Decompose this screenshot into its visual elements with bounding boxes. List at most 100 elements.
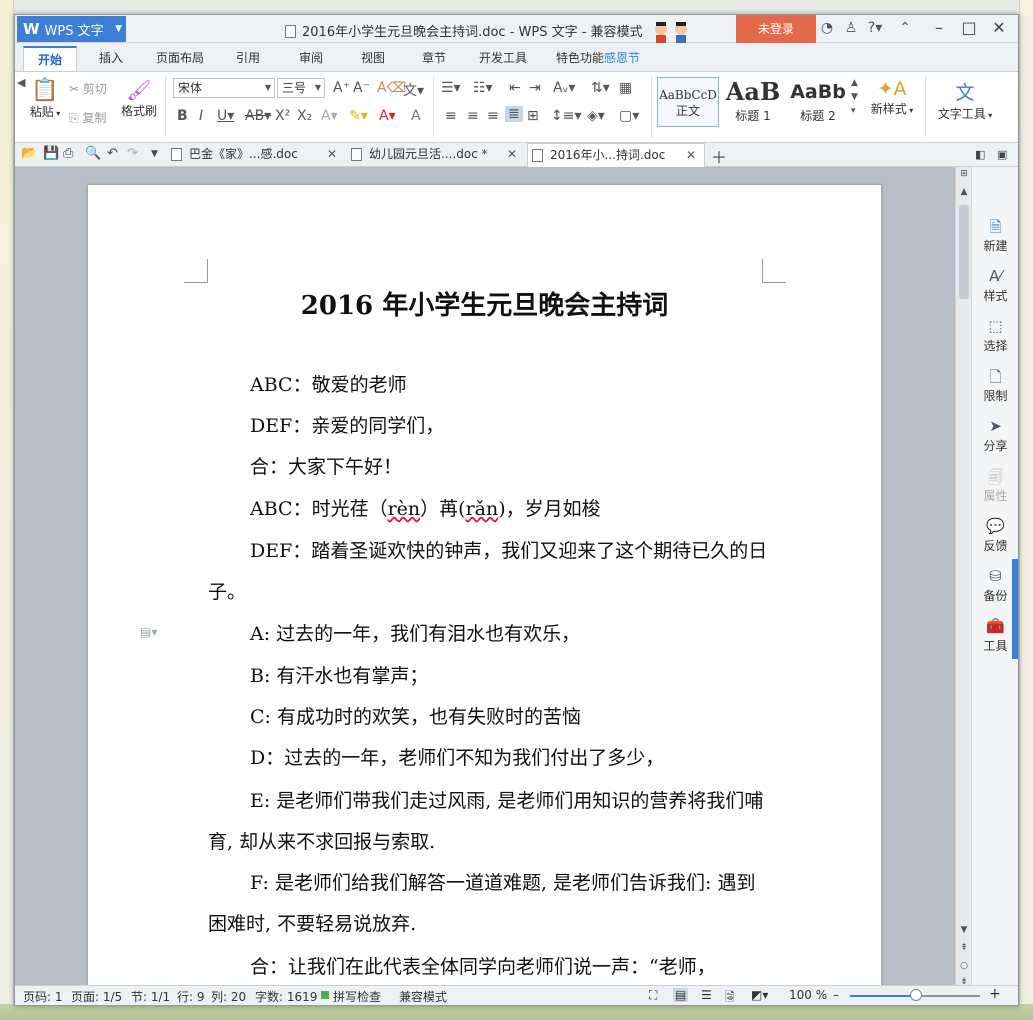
zoom-value[interactable]: 100 %	[789, 988, 827, 1002]
tab-insert[interactable]: 插入	[99, 49, 123, 66]
print-icon[interactable]: ⎙	[63, 146, 73, 161]
zoom-out-icon[interactable]: –	[833, 988, 839, 1002]
text-effect-icon[interactable]: A▾	[321, 108, 338, 124]
side-restrict-button[interactable]: 🗋 限制	[972, 367, 1019, 404]
tab-thanksgiving[interactable]: 感恩节	[604, 49, 640, 66]
document-canvas[interactable]: 2016 年小学生元旦晚会主持词 ABC：敬爱的老师 DEF：亲爱的同学们， 合…	[15, 167, 955, 985]
distributed-icon[interactable]: ⊞	[527, 108, 539, 124]
clear-format-icon[interactable]: A⌫	[377, 80, 406, 96]
tab-view[interactable]: 视图	[361, 49, 385, 66]
char-spacing-icon[interactable]: Aᵥ▾	[553, 80, 575, 96]
page-view-icon[interactable]: ▤	[673, 988, 689, 1002]
grow-font-icon[interactable]: A⁺	[333, 80, 350, 96]
underline-icon[interactable]: U▾	[217, 108, 234, 124]
side-new-button[interactable]: 🗎 新建	[972, 217, 1019, 254]
close-button[interactable]: ✕	[985, 18, 1013, 37]
tab-special-features[interactable]: 特色功能	[556, 49, 604, 66]
new-tab-icon[interactable]: ＋	[711, 144, 727, 168]
select-browse-object-icon[interactable]: ○	[956, 961, 972, 971]
highlight-icon[interactable]: ✎▾	[349, 108, 368, 124]
quick-access-menu-icon[interactable]: ▼	[151, 149, 158, 159]
redo-icon[interactable]: ↷	[127, 146, 138, 161]
align-center-icon[interactable]: ≡	[467, 108, 479, 124]
app-menu-button[interactable]: W WPS 文字 ▼	[17, 16, 126, 42]
close-tab-icon[interactable]: ✕	[327, 143, 337, 166]
previous-page-icon[interactable]: ⇞	[956, 943, 972, 953]
strikethrough-icon[interactable]: AB▾	[245, 108, 271, 124]
copy-button[interactable]: ⎘ 复制	[69, 109, 106, 126]
style-normal[interactable]: AaBbCcD 正文	[657, 77, 719, 127]
tab-developer[interactable]: 开发工具	[479, 49, 527, 66]
shrink-font-icon[interactable]: A⁻	[353, 80, 370, 96]
char-shading-icon[interactable]: A	[411, 108, 421, 124]
doc-tab-2[interactable]: 幼儿园元旦活....doc * ✕	[347, 143, 525, 167]
side-feedback-button[interactable]: 💬 反馈	[972, 517, 1019, 554]
doc-tab-3[interactable]: 2016年小...持词.doc ✕	[527, 143, 705, 167]
print-preview-icon[interactable]: 🔍	[85, 146, 101, 161]
zoom-slider-knob[interactable]	[910, 989, 922, 1001]
font-color-icon[interactable]: A▾	[379, 108, 396, 124]
border-icon[interactable]: ▢▾	[619, 108, 639, 124]
sort-icon[interactable]: ⇅▾	[591, 80, 610, 96]
justify-icon[interactable]: ≣	[505, 106, 523, 122]
undo-icon[interactable]: ↶	[107, 146, 118, 161]
style-heading-1[interactable]: AaB 标题 1	[721, 77, 785, 127]
paragraph-layout-icon[interactable]: ▤▾	[140, 625, 157, 639]
zoom-in-icon[interactable]: +	[989, 986, 1001, 1002]
superscript-icon[interactable]: X²	[275, 108, 290, 124]
status-word-count[interactable]: 字数: 1619	[255, 988, 317, 1005]
open-folder-icon[interactable]: 📂	[21, 146, 37, 161]
close-tab-icon[interactable]: ✕	[507, 143, 517, 166]
table-borders-icon[interactable]: ▦	[619, 80, 632, 96]
web-view-icon[interactable]: 🗟	[725, 988, 735, 1009]
cloud-sync-icon[interactable]: ◔	[817, 20, 837, 36]
bold-icon[interactable]: B	[177, 108, 188, 124]
decrease-indent-icon[interactable]: ⇤	[509, 80, 521, 96]
side-share-button[interactable]: ➤ 分享	[972, 417, 1019, 454]
align-right-icon[interactable]: ≡	[487, 108, 499, 124]
numbered-list-icon[interactable]: ☷▾	[473, 80, 493, 96]
tab-layout-icon[interactable]: ◧	[975, 148, 985, 161]
line-spacing-icon[interactable]: ↕≡▾	[551, 108, 582, 124]
minimize-button[interactable]: –	[925, 18, 953, 37]
document-page[interactable]: 2016 年小学生元旦晚会主持词 ABC：敬爱的老师 DEF：亲爱的同学们， 合…	[88, 185, 881, 985]
login-button[interactable]: 未登录	[736, 15, 816, 43]
scrollbar-thumb[interactable]	[959, 205, 969, 299]
shading-fill-icon[interactable]: ◈▾	[587, 108, 605, 124]
font-size-select[interactable]: 三号 ▼	[277, 78, 325, 98]
tab-chapter[interactable]: 章节	[422, 49, 446, 66]
pinyin-guide-icon[interactable]: 文▾	[403, 80, 424, 100]
ruler-toggle-icon[interactable]: ⊞	[956, 169, 972, 179]
scroll-down-icon[interactable]: ▼	[956, 925, 972, 935]
outline-view-icon[interactable]: ☰	[701, 988, 712, 1002]
tab-home[interactable]: 开始	[23, 46, 78, 71]
doc-tab-1[interactable]: 巴金《家》...感.doc ✕	[167, 143, 345, 167]
tab-references[interactable]: 引用	[236, 49, 260, 66]
align-left-icon[interactable]: ≡	[445, 108, 457, 124]
bullet-list-icon[interactable]: ☰▾	[441, 80, 461, 96]
skin-shirt-icon[interactable]: ♙	[841, 20, 861, 36]
save-icon[interactable]: 💾	[43, 146, 59, 161]
collapse-ribbon-icon[interactable]: ⌃	[895, 20, 915, 36]
help-icon[interactable]: ?▾	[865, 20, 885, 36]
cut-button[interactable]: ✂ 剪切	[69, 80, 107, 97]
tab-review[interactable]: 审阅	[299, 49, 323, 66]
tab-page-layout[interactable]: 页面布局	[156, 49, 204, 66]
scroll-up-icon[interactable]: ▲	[956, 187, 972, 197]
side-style-button[interactable]: A⁄ 样式	[972, 267, 1019, 304]
subscript-icon[interactable]: X₂	[297, 108, 312, 124]
side-select-button[interactable]: ⬚ 选择	[972, 317, 1019, 354]
vertical-scrollbar[interactable]: ⊞ ▲ ▼ ⇞ ○ ⇟	[955, 167, 972, 987]
style-heading-2[interactable]: AaBb 标题 2	[787, 77, 849, 127]
side-properties-button[interactable]: 🗐 属性	[972, 467, 1019, 504]
italic-icon[interactable]: I	[199, 108, 203, 124]
new-style-button[interactable]: ✦A 新样式 ▾	[865, 78, 919, 117]
status-spellcheck[interactable]: 拼写检查	[333, 988, 381, 1005]
font-name-select[interactable]: 宋体 ▼	[173, 78, 275, 98]
format-painter-button[interactable]: 🖌 格式刷	[119, 78, 159, 119]
paste-button[interactable]: 📋 粘贴 ▾	[25, 78, 65, 136]
tab-list-icon[interactable]: ▣	[997, 148, 1007, 161]
reading-view-icon[interactable]: ◩▾	[751, 988, 768, 1002]
increase-indent-icon[interactable]: ⇥	[529, 80, 541, 96]
styles-scroll-icon[interactable]: ▲ ▼ ▾	[851, 76, 858, 118]
